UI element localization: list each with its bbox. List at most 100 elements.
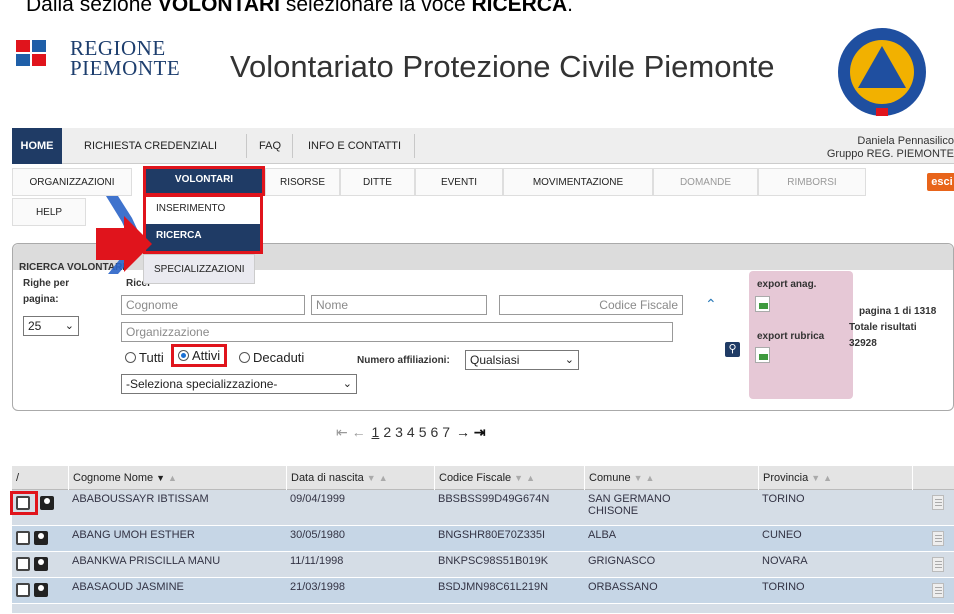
- rows-per-page-select[interactable]: 25 ⌄: [23, 316, 79, 336]
- nav-separator: [292, 134, 293, 158]
- menu-risorse[interactable]: RISORSE: [265, 168, 340, 196]
- page-link[interactable]: 1: [372, 424, 380, 440]
- table-row: ABANG UMOH ESTHER 30/05/1980 BNGSHR80E70…: [12, 526, 954, 552]
- page-link[interactable]: 4: [407, 424, 415, 440]
- menu-organizzazioni[interactable]: ORGANIZZAZIONI: [12, 168, 132, 196]
- nav-richiesta-credenziali[interactable]: RICHIESTA CREDENZIALI: [84, 128, 217, 164]
- excel-export-anag-icon[interactable]: [755, 296, 770, 312]
- organizzazione-input[interactable]: [121, 322, 673, 342]
- col-codice-fiscale[interactable]: Codice Fiscale ▼ ▲: [434, 466, 584, 490]
- nav-info-contatti[interactable]: INFO E CONTATTI: [308, 128, 401, 164]
- sort-asc-icon[interactable]: ▲: [526, 473, 535, 483]
- page-link[interactable]: 6: [431, 424, 439, 440]
- cell-name: ABANG UMOH ESTHER: [72, 529, 195, 541]
- user-card-icon[interactable]: [34, 583, 48, 597]
- col-provincia[interactable]: Provincia ▼ ▲: [758, 466, 912, 490]
- caption-item: RICERCA: [471, 0, 568, 16]
- menu-eventi[interactable]: EVENTI: [415, 168, 503, 196]
- col-data-nascita-label: Data di nascita: [291, 472, 364, 484]
- nav-home[interactable]: HOME: [12, 128, 62, 164]
- red-arrow-annotation: [96, 196, 152, 274]
- edit-icon[interactable]: [16, 557, 30, 571]
- col-comune-label: Comune: [589, 472, 631, 484]
- sort-desc-icon[interactable]: ▼: [634, 473, 643, 483]
- sort-desc-icon[interactable]: ▼: [514, 473, 523, 483]
- details-icon[interactable]: [932, 557, 944, 572]
- col-comune[interactable]: Comune ▼ ▲: [584, 466, 758, 490]
- menu-ditte[interactable]: DITTE: [340, 168, 415, 196]
- collapse-up-icon[interactable]: ⌃: [705, 296, 717, 313]
- radio-attivi[interactable]: Attivi: [171, 344, 228, 367]
- sort-asc-icon[interactable]: ▲: [646, 473, 655, 483]
- specializzazione-select[interactable]: -Seleziona specializzazione- ⌄: [121, 374, 357, 394]
- next-page-icon[interactable]: →: [456, 424, 470, 440]
- edit-icon[interactable]: [16, 496, 30, 510]
- radio-decaduti-label: Decaduti: [253, 350, 305, 365]
- user-card-icon[interactable]: [34, 557, 48, 571]
- menu-domande[interactable]: DOMANDE: [653, 168, 758, 196]
- affiliazioni-label: Numero affiliazioni:: [357, 355, 450, 366]
- page-info: pagina 1 di 1318: [859, 306, 937, 317]
- page-link[interactable]: 3: [395, 424, 403, 440]
- export-rubrica-label: export rubrica: [757, 331, 825, 342]
- logout-button[interactable]: esci: [927, 173, 954, 191]
- search-icon[interactable]: ⚲: [725, 342, 740, 357]
- dropdown-inserimento[interactable]: INSERIMENTO: [143, 194, 263, 224]
- cell-cf: BBSBSS99D49G674N: [438, 493, 550, 505]
- nome-input[interactable]: [311, 295, 487, 315]
- cell-comune: ALBA: [588, 529, 617, 541]
- page-link[interactable]: 7: [442, 424, 450, 440]
- instruction-caption: Dalla sezione VOLONTARI selezionare la v…: [26, 0, 573, 17]
- sort-asc-icon[interactable]: ▲: [379, 473, 388, 483]
- cell-provincia: NOVARA: [762, 555, 808, 567]
- dropdown-specializzazioni[interactable]: SPECIALIZZAZIONI: [143, 254, 255, 284]
- col-provincia-label: Provincia: [763, 472, 809, 484]
- chevron-down-icon: ⌄: [64, 320, 74, 332]
- col-cognome-nome[interactable]: Cognome Nome ▼ ▲: [68, 466, 286, 490]
- excel-export-rubrica-icon[interactable]: [755, 347, 770, 363]
- menu-rimborsi[interactable]: RIMBORSI: [758, 168, 866, 196]
- nav-faq[interactable]: FAQ: [259, 128, 281, 164]
- details-icon[interactable]: [932, 531, 944, 546]
- cell-comune: SAN GERMANO CHISONE: [588, 493, 671, 517]
- sort-desc-icon[interactable]: ▼: [156, 473, 165, 483]
- total-results-value: 32928: [849, 338, 877, 349]
- sort-desc-icon[interactable]: ▼: [367, 473, 376, 483]
- details-icon[interactable]: [932, 583, 944, 598]
- radio-decaduti[interactable]: Decaduti: [239, 350, 304, 365]
- sort-desc-icon[interactable]: ▼: [811, 473, 820, 483]
- nav-separator: [246, 134, 247, 158]
- affiliazioni-select[interactable]: Qualsiasi ⌄: [465, 350, 579, 370]
- user-card-icon[interactable]: [34, 531, 48, 545]
- caption-section: VOLONTARI: [157, 0, 281, 16]
- dropdown-ricerca[interactable]: RICERCA: [143, 224, 263, 254]
- results-table: / Cognome Nome ▼ ▲ Data di nascita ▼ ▲ Codic…: [10, 466, 954, 614]
- sort-asc-icon[interactable]: ▲: [168, 473, 177, 483]
- codice-fiscale-input[interactable]: [499, 295, 683, 315]
- protezione-civile-emblem-icon: [838, 28, 926, 116]
- prev-page-icon[interactable]: ←: [352, 424, 366, 440]
- menu-help[interactable]: HELP: [12, 198, 86, 226]
- first-page-icon[interactable]: ⇤: [336, 424, 348, 440]
- details-icon[interactable]: [932, 495, 944, 510]
- cell-provincia: TORINO: [762, 493, 805, 505]
- page-link[interactable]: 5: [419, 424, 427, 440]
- edit-icon[interactable]: [16, 531, 30, 545]
- radio-dot-selected: [178, 350, 189, 361]
- cognome-input[interactable]: [121, 295, 305, 315]
- radio-tutti[interactable]: Tutti: [125, 350, 164, 365]
- col-data-nascita[interactable]: Data di nascita ▼ ▲: [286, 466, 434, 490]
- edit-icon[interactable]: [16, 583, 30, 597]
- menu-volontari[interactable]: VOLONTARI: [143, 166, 265, 196]
- page-link[interactable]: 2: [383, 424, 391, 440]
- rows-per-page-label: Righe per: [23, 278, 70, 289]
- user-card-icon[interactable]: [40, 496, 54, 510]
- logo-line-1: REGIONE: [70, 36, 166, 60]
- cell-provincia: TORINO: [762, 581, 805, 593]
- row-actions: [14, 555, 48, 575]
- last-page-icon[interactable]: ⇥: [474, 424, 486, 440]
- menu-movimentazione[interactable]: MOVIMENTAZIONE: [503, 168, 653, 196]
- row-actions: [10, 491, 38, 515]
- sort-asc-icon[interactable]: ▲: [823, 473, 832, 483]
- row-actions: [14, 529, 48, 549]
